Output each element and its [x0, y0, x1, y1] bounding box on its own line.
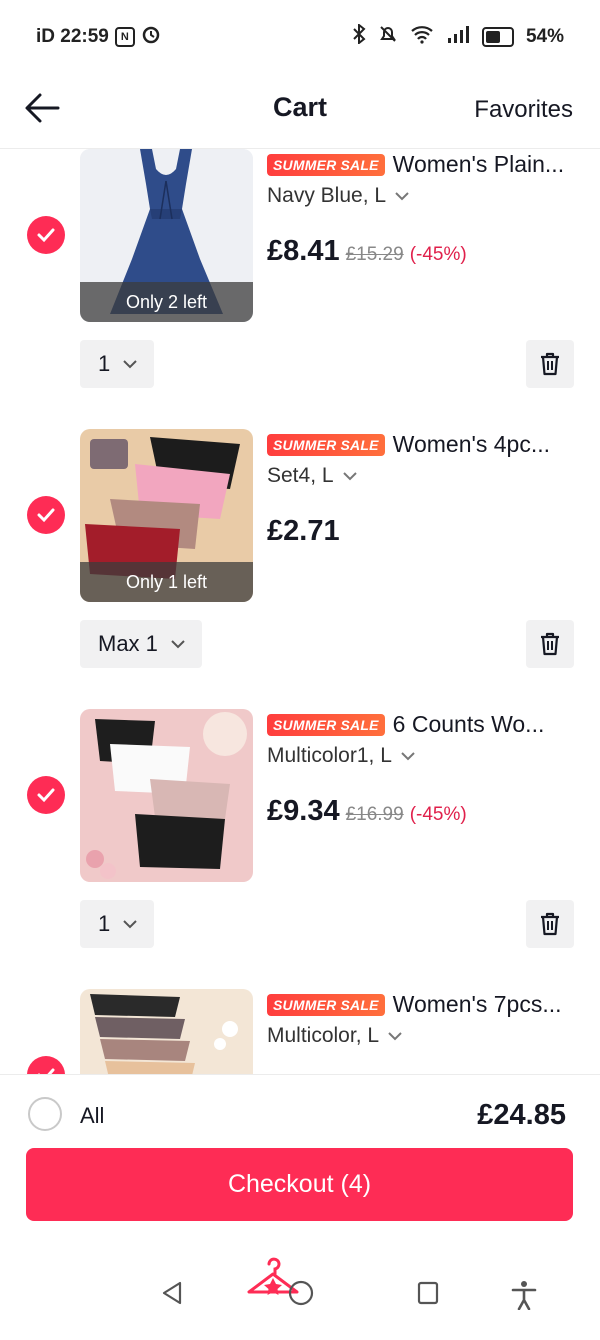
panties-set-image: [80, 989, 253, 1074]
stock-label: Only 2 left: [80, 282, 253, 322]
sale-badge: SUMMER SALE: [267, 433, 385, 456]
price: £9.34: [267, 795, 340, 827]
cart-item: Only 1 left SUMMER SALE Women's 4pc... S…: [0, 429, 600, 709]
alarm-icon: [141, 24, 161, 50]
delete-button[interactable]: [526, 900, 574, 948]
delete-button[interactable]: [526, 340, 574, 388]
nfc-icon: N: [114, 27, 135, 47]
nav-recents-icon[interactable]: [416, 1280, 440, 1306]
product-title[interactable]: 6 Counts Wo...: [393, 711, 545, 738]
nav-back-icon[interactable]: [160, 1280, 184, 1306]
system-nav-bar: [0, 1244, 600, 1340]
checkout-button[interactable]: Checkout (4): [26, 1148, 573, 1221]
select-all-radio[interactable]: [28, 1097, 62, 1131]
variant-selector[interactable]: Multicolor, L: [267, 1024, 403, 1048]
trash-icon: [541, 632, 559, 656]
nav-home-icon[interactable]: [288, 1280, 314, 1306]
chevron-down-icon: [395, 192, 409, 201]
product-image[interactable]: [80, 709, 253, 882]
cart-item: SUMMER SALE 6 Counts Wo... Multicolor1, …: [0, 709, 600, 989]
status-bar: iD 22:59 N 54%: [0, 0, 600, 70]
discount-percent: (-45%): [409, 804, 467, 825]
sale-badge: SUMMER SALE: [267, 153, 385, 176]
select-all-label[interactable]: All: [80, 1103, 104, 1129]
checkmark-icon: [37, 228, 55, 243]
cart-header: Cart Favorites: [0, 70, 600, 149]
original-price: £15.29: [345, 244, 404, 265]
total-price: £24.85: [477, 1099, 566, 1131]
wifi-icon: [410, 24, 434, 50]
checkmark-icon: [37, 788, 55, 803]
back-button[interactable]: [22, 88, 70, 128]
price: £2.71: [267, 515, 340, 547]
cart-item: Only 2 left SUMMER SALE Women's Plain...…: [0, 149, 600, 429]
bluetooth-icon: [352, 22, 366, 50]
trash-icon: [541, 912, 559, 936]
item-checkbox[interactable]: [27, 216, 65, 254]
cart-item-list[interactable]: Only 2 left SUMMER SALE Women's Plain...…: [0, 149, 600, 1074]
stock-label: Only 1 left: [80, 562, 253, 602]
sale-badge: SUMMER SALE: [267, 713, 385, 736]
product-image[interactable]: [80, 989, 253, 1074]
accessibility-icon[interactable]: [510, 1280, 538, 1310]
signal-icon: [446, 24, 470, 50]
product-title[interactable]: Women's 7pcs...: [393, 991, 562, 1018]
product-title[interactable]: Women's 4pc...: [393, 431, 550, 458]
variant-selector[interactable]: Multicolor1, L: [267, 744, 416, 768]
checkmark-icon: [37, 508, 55, 523]
chevron-down-icon: [388, 1032, 402, 1041]
sale-badge: SUMMER SALE: [267, 993, 385, 1016]
product-image[interactable]: Only 2 left: [80, 149, 253, 322]
cart-item: SUMMER SALE Women's 7pcs... Multicolor, …: [0, 989, 600, 1074]
item-checkbox[interactable]: [27, 1056, 65, 1074]
quantity-selector[interactable]: 1: [80, 900, 155, 948]
favorites-link[interactable]: Favorites: [474, 96, 573, 124]
variant-selector[interactable]: Navy Blue, L: [267, 184, 410, 208]
mute-icon: [378, 24, 398, 50]
discount-percent: (-45%): [409, 244, 467, 265]
checkout-bar: All £24.85 Checkout (4): [0, 1074, 600, 1245]
status-time: iD 22:59: [36, 26, 109, 47]
item-checkbox[interactable]: [27, 496, 65, 534]
battery-level: 54%: [525, 26, 564, 47]
battery-icon: [481, 27, 514, 47]
pajama-set-image: [80, 709, 253, 882]
chevron-down-icon: [123, 360, 137, 369]
price: £8.41: [267, 235, 340, 267]
original-price: £16.99: [345, 804, 404, 825]
back-arrow-icon: [25, 93, 60, 123]
product-title[interactable]: Women's Plain...: [393, 151, 564, 178]
product-image[interactable]: Only 1 left: [80, 429, 253, 602]
variant-selector[interactable]: Set4, L: [267, 464, 358, 488]
chevron-down-icon: [401, 752, 415, 761]
trash-icon: [541, 352, 559, 376]
chevron-down-icon: [342, 472, 357, 481]
checkmark-icon: [37, 1068, 55, 1074]
quantity-selector[interactable]: Max 1: [80, 620, 202, 668]
chevron-down-icon: [171, 640, 185, 649]
item-checkbox[interactable]: [27, 776, 65, 814]
quantity-selector[interactable]: 1: [80, 340, 155, 388]
delete-button[interactable]: [526, 620, 574, 668]
chevron-down-icon: [123, 920, 137, 929]
